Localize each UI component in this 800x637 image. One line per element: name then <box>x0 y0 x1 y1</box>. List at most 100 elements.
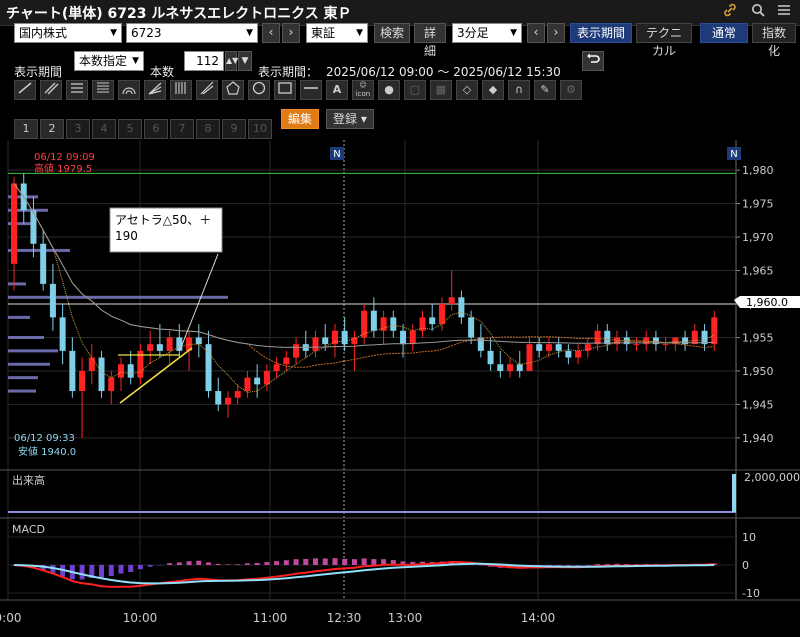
candle-body <box>273 364 280 371</box>
eraser-all-tool-icon[interactable]: ◆ <box>482 80 504 100</box>
search-button[interactable]: 検索 <box>374 23 410 43</box>
code-input[interactable]: 6723 ▼ <box>126 23 258 43</box>
eraser-tool-icon[interactable]: ◇ <box>456 80 478 100</box>
time-tick-label: 14:00 <box>521 611 556 625</box>
page-tab-6[interactable]: 6 <box>144 119 168 139</box>
technical-button[interactable]: テクニカル <box>636 23 692 58</box>
channel-tool-icon[interactable] <box>40 80 62 100</box>
page-tab-2[interactable]: 2 <box>40 119 64 139</box>
y-tick-label: 1,970 <box>742 231 774 244</box>
prev-interval-button[interactable]: ‹ <box>527 23 545 43</box>
page-tab-3[interactable]: 3 <box>66 119 90 139</box>
hlines-tool-icon[interactable] <box>66 80 88 100</box>
macd-histogram-bar <box>274 561 280 565</box>
detail-button[interactable]: 詳細 <box>414 23 446 58</box>
vlines-tool-icon[interactable] <box>170 80 192 100</box>
circle-tool-icon[interactable] <box>248 80 270 100</box>
link-icon[interactable] <box>720 3 740 23</box>
period-mode-select[interactable]: 本数指定 ▼ <box>74 51 144 71</box>
rectangle-tool-icon[interactable] <box>274 80 296 100</box>
macd-histogram-bar <box>186 561 192 565</box>
range-value: 2025/06/12 09:00 〜 2025/06/12 15:30 <box>326 65 561 79</box>
candle-body <box>497 364 504 371</box>
candle-body <box>283 357 290 365</box>
page-tab-5[interactable]: 5 <box>118 119 142 139</box>
exchange-value: 東証 <box>311 26 336 40</box>
chart-area[interactable]: 1,9401,9451,9501,9551,9601,9651,9701,975… <box>0 140 800 637</box>
count-input[interactable]: 112 <box>184 51 224 71</box>
menu-icon[interactable] <box>774 3 794 23</box>
clear-tool-icon[interactable]: ▢ <box>404 80 426 100</box>
page-tab-8[interactable]: 8 <box>196 119 220 139</box>
normal-button[interactable]: 通常 <box>700 23 748 43</box>
volume-profile-bar <box>8 362 50 366</box>
high-value: 高値 1979.5 <box>34 162 92 175</box>
candle-body <box>263 370 270 385</box>
macd-histogram-bar <box>128 565 134 572</box>
interval-select[interactable]: 3分足 ▼ <box>452 23 522 43</box>
page-tab-10[interactable]: 10 <box>248 119 272 139</box>
candle-body <box>575 350 582 358</box>
macd-histogram-bar <box>176 562 182 565</box>
index-button[interactable]: 指数化 <box>752 23 796 58</box>
fan-tool-icon[interactable] <box>144 80 166 100</box>
candle-body <box>166 337 173 351</box>
hline-tool-icon[interactable] <box>300 80 322 100</box>
help-icon[interactable] <box>748 3 768 23</box>
macd-histogram-bar <box>79 565 85 580</box>
candle-body <box>88 357 95 371</box>
macd-histogram-bar <box>322 558 328 565</box>
icon-tool-icon[interactable]: ☺ icon <box>352 80 374 100</box>
y-tick-label: 1,950 <box>742 365 774 378</box>
candle-body <box>662 344 669 346</box>
settings-tool-icon[interactable]: ⚙ <box>560 80 582 100</box>
fibonacci-tool-icon[interactable] <box>92 80 114 100</box>
magnet-tool-icon[interactable]: ∩ <box>508 80 530 100</box>
pentagon-tool-icon[interactable] <box>222 80 244 100</box>
candle-body <box>468 317 475 338</box>
candle-body <box>487 350 494 365</box>
next-interval-button[interactable]: › <box>547 23 565 43</box>
page-tab-7[interactable]: 7 <box>170 119 194 139</box>
count-stepper[interactable]: ▲▼ <box>225 51 238 71</box>
candle-body <box>477 337 484 351</box>
macd-histogram-bar <box>235 564 241 565</box>
text-tool-icon[interactable]: A <box>326 80 348 100</box>
macd-histogram-bar <box>215 563 221 565</box>
reset-period-button[interactable] <box>582 51 604 71</box>
candle-body <box>49 283 56 318</box>
macd-histogram-bar <box>196 560 202 565</box>
news-marker-2-label: N <box>730 149 737 160</box>
prev-symbol-button[interactable]: ‹ <box>262 23 280 43</box>
candle-body <box>331 330 338 345</box>
candle-body <box>117 364 124 378</box>
macd-tick-label: -10 <box>742 587 760 600</box>
register-button[interactable]: 登録 ▾ <box>326 109 374 129</box>
count-dropdown[interactable]: ▼ <box>238 51 252 71</box>
market-select[interactable]: 国内株式 ▼ <box>14 23 122 43</box>
code-value: 6723 <box>131 26 162 40</box>
macd-histogram-bar <box>351 559 357 565</box>
time-tick-label: 12:30 <box>327 611 362 625</box>
page-tab-9[interactable]: 9 <box>222 119 246 139</box>
candle-body <box>224 397 231 405</box>
copy-tool-icon[interactable]: ✎ <box>534 80 556 100</box>
next-symbol-button[interactable]: › <box>282 23 300 43</box>
candle-body <box>400 330 407 345</box>
grid-tool-icon[interactable]: ▦ <box>430 80 452 100</box>
comment-tool-icon[interactable]: ● <box>378 80 400 100</box>
macd-histogram-bar <box>361 558 367 565</box>
exchange-select[interactable]: 東証 ▼ <box>306 23 368 43</box>
page-tab-4[interactable]: 4 <box>92 119 116 139</box>
pitchfork-tool-icon[interactable] <box>196 80 218 100</box>
period-button[interactable]: 表示期間 <box>570 23 632 43</box>
fib-arc-tool-icon[interactable] <box>118 80 140 100</box>
macd-histogram-bar <box>264 562 270 565</box>
candle-body <box>147 344 154 351</box>
edit-button[interactable]: 編集 <box>281 109 320 129</box>
candle-body <box>59 317 66 351</box>
trendline-tool-icon[interactable] <box>14 80 36 100</box>
page-tab-1[interactable]: 1 <box>14 119 38 139</box>
macd-histogram-bar <box>342 558 348 565</box>
candle-body <box>176 337 183 351</box>
